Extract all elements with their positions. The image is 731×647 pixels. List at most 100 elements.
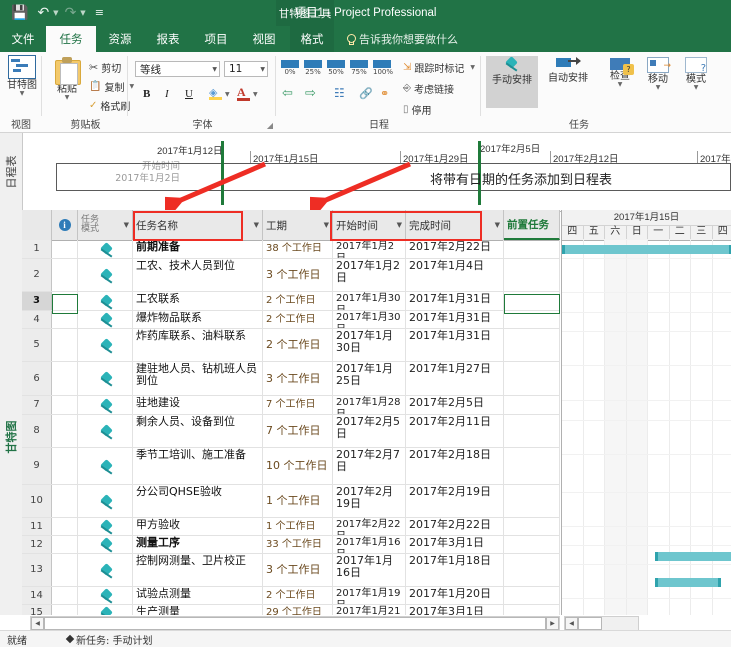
gantt-side-label[interactable]: 甘特图: [0, 210, 23, 615]
row-number-cell[interactable]: 6: [22, 362, 52, 395]
gantt-task-bar[interactable]: [655, 578, 721, 587]
task-mode-cell[interactable]: [78, 362, 133, 395]
table-row[interactable]: 8剩余人员、设备到位7 个工作日2017年2月5日2017年2月11日: [22, 415, 560, 448]
start-date-cell[interactable]: 2017年1月16日: [333, 536, 406, 553]
font-size-combo[interactable]: 11 ▼: [224, 61, 268, 77]
task-name-cell[interactable]: 季节工培训、施工准备: [133, 448, 263, 484]
chevron-down-icon[interactable]: ▼: [256, 66, 265, 73]
task-mode-cell[interactable]: [78, 605, 133, 615]
task-mode-cell[interactable]: [78, 259, 133, 291]
finish-date-cell[interactable]: 2017年3月1日: [406, 536, 504, 553]
chevron-down-icon[interactable]: ▼: [324, 221, 329, 229]
task-mode-cell[interactable]: [78, 396, 133, 414]
task-mode-cell[interactable]: [78, 554, 133, 586]
font-color-button[interactable]: A: [237, 85, 250, 101]
start-date-cell[interactable]: 2017年2月19日: [333, 485, 406, 517]
indicator-cell[interactable]: [52, 415, 78, 447]
table-row[interactable]: 9季节工培训、施工准备10 个工作日2017年2月7日2017年2月18日: [22, 448, 560, 485]
mark-on-track-button[interactable]: ⇲ 跟踪时标记 ▼: [403, 60, 475, 75]
gantt-row[interactable]: [562, 333, 731, 366]
task-name-cell[interactable]: 甲方验收: [133, 518, 263, 535]
duration-cell[interactable]: 2 个工作日: [263, 292, 333, 310]
table-row[interactable]: 10分公司QHSE验收1 个工作日2017年2月19日2017年2月19日: [22, 485, 560, 518]
tab-format[interactable]: 格式: [290, 26, 334, 52]
table-row[interactable]: 15生产测量29 个工作日2017年1月21日2017年3月1日: [22, 605, 560, 615]
indicator-cell[interactable]: [52, 448, 78, 484]
gantt-row[interactable]: [562, 422, 731, 455]
task-insert-button[interactable]: + 任务 ▼: [724, 56, 731, 89]
table-row[interactable]: 2工农、技术人员到位3 个工作日2017年1月2日2017年1月4日: [22, 259, 560, 292]
predecessors-cell[interactable]: [504, 396, 560, 414]
row-number-cell[interactable]: 12: [22, 536, 52, 553]
table-row[interactable]: 4爆炸物品联系2 个工作日2017年1月30日2017年1月31日: [22, 311, 560, 329]
chevron-down-icon[interactable]: ▼: [124, 221, 129, 230]
table-scroll-thumb[interactable]: [44, 617, 546, 630]
split-task-icon[interactable]: ☷: [334, 86, 345, 100]
task-mode-cell[interactable]: [78, 415, 133, 447]
task-mode-cell[interactable]: [78, 485, 133, 517]
duration-cell[interactable]: 2 个工作日: [263, 329, 333, 361]
table-row[interactable]: 12 测量工序33 个工作日2017年1月16日2017年3月1日: [22, 536, 560, 554]
inspect-dropdown-icon[interactable]: ▼: [602, 82, 638, 88]
predecessors-cell[interactable]: [504, 240, 560, 258]
row-number-cell[interactable]: 3: [22, 292, 52, 310]
pct-0-button[interactable]: 0%: [281, 60, 299, 76]
start-date-cell[interactable]: 2017年2月7日: [333, 448, 406, 484]
gantt-scroll-thumb[interactable]: [578, 617, 602, 630]
gantt-row[interactable]: [562, 494, 731, 527]
gantt-task-bar[interactable]: [655, 552, 731, 561]
gantt-row[interactable]: [562, 367, 731, 401]
task-mode-cell[interactable]: [78, 240, 133, 258]
mode-dropdown-icon[interactable]: ▼: [678, 85, 714, 91]
tab-project[interactable]: 项目: [194, 26, 238, 52]
gantt-chart-body[interactable]: [562, 240, 731, 615]
column-header-predecessors[interactable]: 前置任务: [504, 210, 560, 240]
table-row[interactable]: 13控制网测量、卫片校正3 个工作日2017年1月16日2017年1月18日: [22, 554, 560, 587]
finish-date-cell[interactable]: 2017年2月18日: [406, 448, 504, 484]
duration-cell[interactable]: 2 个工作日: [263, 311, 333, 328]
task-name-cell[interactable]: 爆炸物品联系: [133, 311, 263, 328]
task-name-cell[interactable]: 前期准备: [133, 240, 263, 258]
indicator-cell[interactable]: [52, 536, 78, 553]
task-mode-cell[interactable]: [78, 587, 133, 604]
timeline-side-label[interactable]: 日程表: [0, 133, 23, 211]
row-number-cell[interactable]: 4: [22, 311, 52, 328]
predecessors-cell[interactable]: [504, 605, 560, 615]
paste-button[interactable]: 粘贴 ▼: [45, 57, 89, 101]
cut-button[interactable]: ✂ 剪切: [89, 60, 121, 75]
row-number-cell[interactable]: 1: [22, 240, 52, 258]
table-horizontal-scrollbar[interactable]: ◀ ▶: [30, 616, 560, 631]
gantt-row[interactable]: [562, 528, 731, 546]
pct-75-button[interactable]: 75%: [350, 60, 368, 76]
task-name-cell[interactable]: 建驻地人员、钻机班人员到位: [133, 362, 263, 395]
finish-date-cell[interactable]: 2017年2月5日: [406, 396, 504, 414]
scroll-left-button[interactable]: ◀: [31, 617, 44, 630]
gantt-chart-dropdown-icon[interactable]: ▼: [0, 91, 44, 97]
indicator-cell[interactable]: [52, 240, 78, 258]
duration-cell[interactable]: 33 个工作日: [263, 536, 333, 553]
gantt-scroll-left-button[interactable]: ◀: [565, 617, 578, 630]
task-name-cell[interactable]: 炸药库联系、油料联系: [133, 329, 263, 361]
column-header-duration[interactable]: 工期 ▼: [263, 210, 333, 240]
format-painter-button[interactable]: ✓ 格式刷: [89, 98, 130, 113]
tab-report[interactable]: 报表: [146, 26, 190, 52]
indicator-cell[interactable]: [52, 396, 78, 414]
task-name-cell[interactable]: 控制网测量、卫片校正: [133, 554, 263, 586]
chevron-down-icon[interactable]: ▼: [254, 221, 259, 229]
gantt-chart-button[interactable]: 甘特图 ▼: [0, 55, 44, 97]
inactivate-button[interactable]: ▯ 停用: [403, 102, 432, 117]
fill-color-button[interactable]: ◈: [209, 86, 222, 100]
task-name-cell[interactable]: 测量工序: [133, 536, 263, 553]
finish-date-cell[interactable]: 2017年2月22日: [406, 518, 504, 535]
row-number-cell[interactable]: 14: [22, 587, 52, 604]
finish-date-cell[interactable]: 2017年1月31日: [406, 292, 504, 310]
task-mode-cell[interactable]: [78, 292, 133, 310]
start-date-cell[interactable]: 2017年1月16日: [333, 554, 406, 586]
move-button[interactable]: → 移动 ▼: [640, 56, 676, 91]
gantt-row[interactable]: [562, 402, 731, 421]
task-dropdown-icon[interactable]: ▼: [724, 83, 731, 89]
task-name-cell[interactable]: 剩余人员、设备到位: [133, 415, 263, 447]
gantt-row[interactable]: [562, 314, 731, 332]
finish-date-cell[interactable]: 2017年1月4日: [406, 259, 504, 291]
chevron-down-icon[interactable]: ▼: [208, 66, 217, 73]
